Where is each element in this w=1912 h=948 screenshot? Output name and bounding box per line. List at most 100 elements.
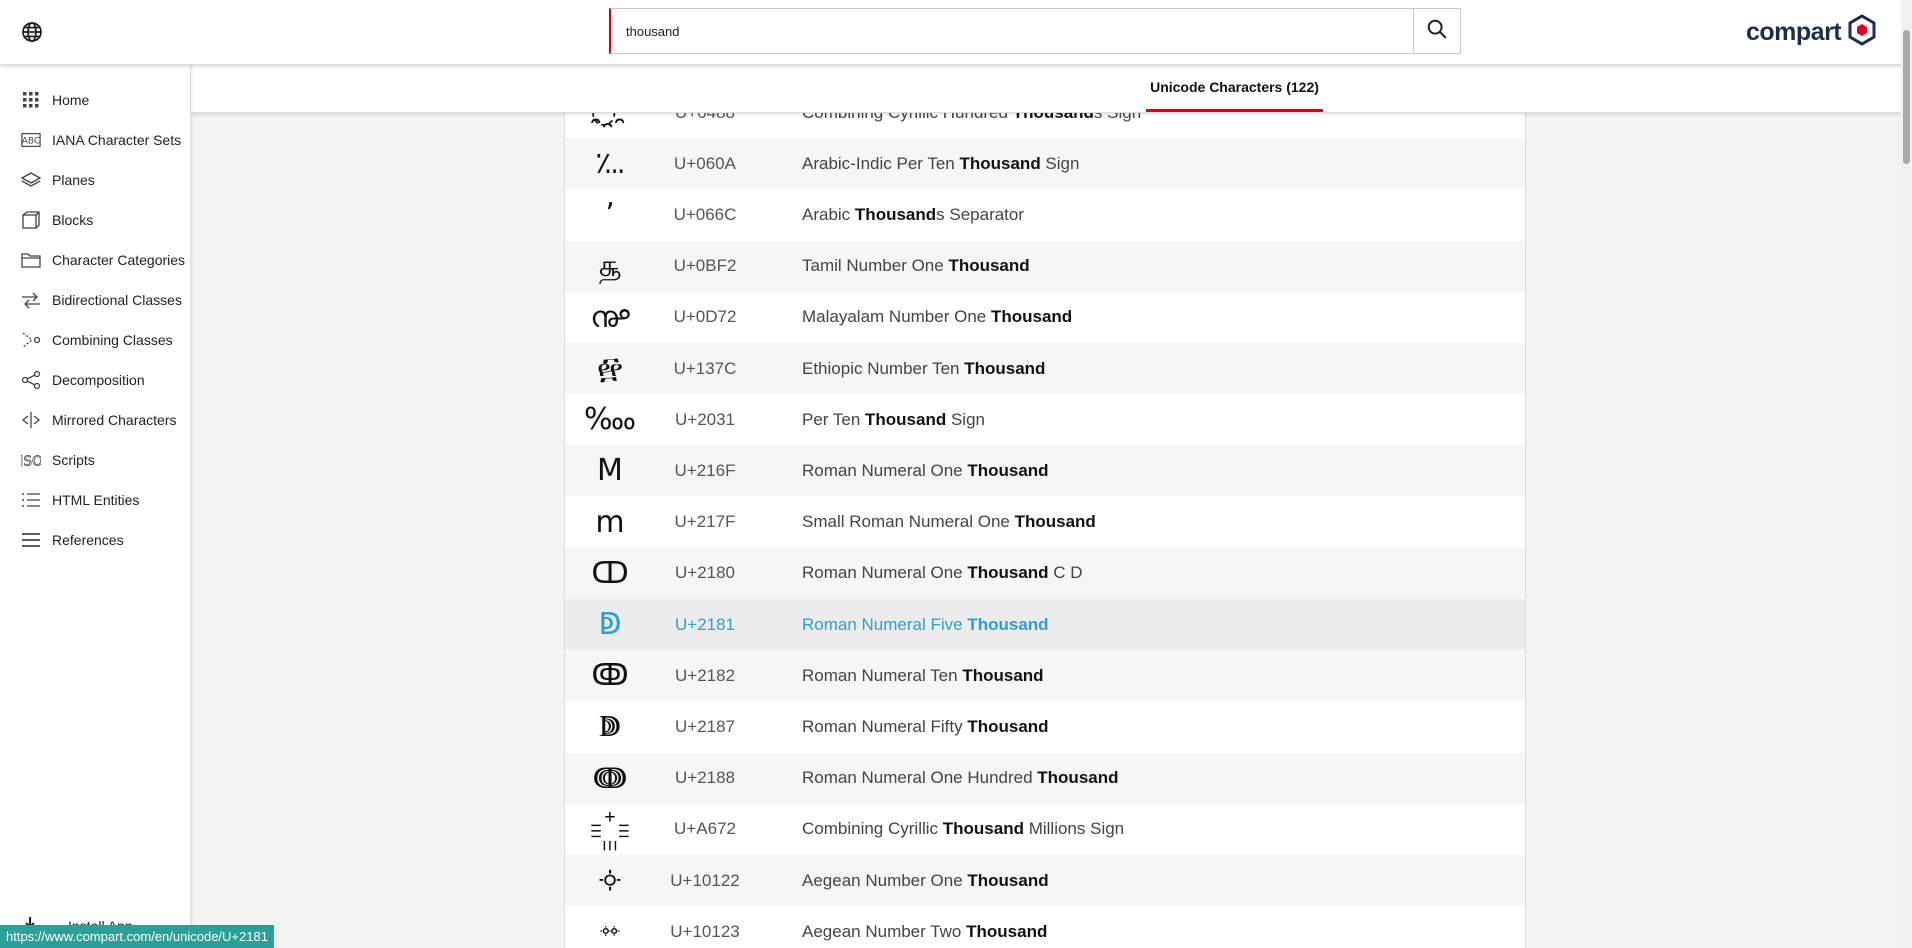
mirror-icon	[21, 410, 41, 430]
char-name: Aegean Number One Thousand	[802, 871, 1049, 891]
char-glyph: ↀ	[591, 555, 629, 591]
compart-logo[interactable]: compart	[1746, 13, 1877, 51]
scrollbar-thumb[interactable]	[1903, 30, 1910, 164]
char-name-part: Ethiopic Number Ten	[802, 358, 965, 378]
char-name: Aegean Number Two Thousand	[802, 922, 1047, 942]
char-glyph: ↂ	[591, 658, 629, 694]
page-scrollbar[interactable]	[1901, 0, 1912, 948]
char-name-part: Tamil Number One	[802, 256, 949, 276]
char-name-part: Aegean Number One	[802, 870, 968, 890]
char-name-part: Combining Cyrillic	[802, 819, 943, 839]
search-match-highlight: Thousand	[967, 716, 1049, 736]
char-codepoint: U+137C	[673, 358, 737, 378]
char-name: Roman Numeral One Thousand	[802, 461, 1049, 481]
char-name-part: Aegean Number Two	[802, 921, 967, 941]
table-row[interactable]: ↂ U+2182 Roman Numeral Ten Thousand	[565, 650, 1525, 702]
sidebar-item-label: Bidirectional Classes	[52, 292, 182, 308]
char-codepoint: U+216F	[674, 460, 736, 480]
char-name: Roman Numeral One Hundred Thousand	[802, 768, 1119, 788]
char-name: Roman Numeral Five Thousand	[802, 615, 1049, 635]
table-row[interactable]: ⅿ U+217F Small Roman Numeral One Thousand	[565, 497, 1525, 548]
char-name: Per Ten Thousand Sign	[802, 410, 985, 430]
table-row[interactable]: 𐄣 U+10123 Aegean Number Two Thousand	[565, 906, 1525, 948]
sidebar-item-label: Blocks	[52, 212, 94, 228]
char-name-part: Roman Numeral Fifty	[802, 716, 968, 736]
search-match-highlight: Thousand	[967, 563, 1049, 583]
search-match-highlight: Thousand	[967, 460, 1049, 480]
char-name: Malayalam Number One Thousand	[802, 307, 1072, 327]
char-codepoint: U+2180	[674, 563, 736, 583]
hexagon-logo-icon	[1847, 13, 1877, 51]
search-match-highlight: Thousand	[1037, 768, 1119, 788]
table-row[interactable]: Ⅿ U+216F Roman Numeral One Thousand	[565, 445, 1525, 497]
sidebar-item-combining-classes[interactable]: Combining Classes	[0, 320, 190, 360]
sidebar-item-iana-character-sets[interactable]: ABC IANA Character Sets	[0, 120, 190, 160]
sidebar-item-planes[interactable]: Planes	[0, 160, 190, 200]
sidebar-item-label: Character Categories	[52, 252, 186, 268]
char-codepoint: U+2188	[674, 768, 736, 788]
cube-icon	[21, 210, 41, 230]
sidebar-item-label: Planes	[52, 172, 95, 188]
sidebar: Home ABC IANA Character Sets Planes Blocks Ch…	[0, 64, 191, 948]
table-row[interactable]: ↇ U+2187 Roman Numeral Fifty Thousand	[565, 701, 1525, 752]
table-row[interactable]: ↁ U+2181 Roman Numeral Five Thousand	[565, 599, 1525, 650]
char-name-part: Roman Numeral One	[802, 563, 968, 583]
char-name-part: Combining Cyrillic Hundred	[802, 113, 1013, 122]
table-row[interactable]: 𐄢 U+10122 Aegean Number One Thousand	[565, 855, 1525, 906]
svg-text:ISO: ISO	[21, 453, 41, 469]
sidebar-item-label: References	[52, 532, 124, 548]
sidebar-item-bidirectional-classes[interactable]: Bidirectional Classes	[0, 280, 190, 320]
sidebar-item-character-categories[interactable]: Character Categories	[0, 240, 190, 280]
search-box	[609, 8, 1461, 54]
char-name-part: Roman Numeral One	[802, 460, 968, 480]
sidebar-item-references[interactable]: References	[0, 520, 190, 560]
table-row[interactable]: ↀ U+2180 Roman Numeral One Thousand C D	[565, 547, 1525, 599]
search-match-highlight: Thousand	[962, 665, 1044, 685]
tab-unicode-characters[interactable]: Unicode Characters (122)	[1146, 64, 1323, 112]
sidebar-item-decomposition[interactable]: Decomposition	[0, 360, 190, 400]
char-name-part: Malayalam Number One	[802, 307, 991, 327]
search-match-highlight: Thousand	[1013, 113, 1094, 122]
char-name-part: C D	[1048, 563, 1083, 583]
char-name-part: Small Roman Numeral One	[802, 512, 1015, 532]
sidebar-item-scripts[interactable]: ISO Scripts	[0, 440, 190, 480]
table-row[interactable]: ፼ U+137C Ethiopic Number Ten Thousand	[565, 343, 1525, 394]
table-row[interactable]: ௲ U+0BF2 Tamil Number One Thousand	[565, 240, 1525, 292]
char-codepoint: U+2031	[674, 409, 736, 429]
globe-icon[interactable]	[20, 20, 44, 44]
layers-icon	[21, 170, 41, 190]
sidebar-item-blocks[interactable]: Blocks	[0, 200, 190, 240]
char-name-part: Sign	[946, 409, 985, 429]
char-glyph: ‱	[583, 402, 637, 438]
sidebar-item-label: Home	[52, 92, 90, 108]
tab-bar: Unicode Characters (122)	[191, 64, 1901, 113]
search-match-highlight: Thousand	[967, 614, 1049, 634]
char-glyph: ↇ	[599, 709, 621, 745]
char-glyph: 𐄣	[596, 914, 624, 948]
table-row[interactable]: ↈ U+2188 Roman Numeral One Hundred Thousan…	[565, 752, 1525, 804]
char-name-part: Roman Numeral Five	[802, 614, 968, 634]
table-row[interactable]: ◌҈U+0488 Combining Cyrillic Hundred Thous…	[565, 113, 1525, 138]
table-row[interactable]: ‱ U+2031 Per Ten Thousand Sign	[565, 394, 1525, 445]
search-match-highlight: Thousand	[967, 870, 1049, 890]
folder-icon	[21, 250, 41, 270]
search-match-highlight: Thousand	[854, 204, 937, 224]
search-match-highlight: Thousand	[966, 921, 1048, 941]
char-glyph: ൲	[590, 299, 630, 335]
table-row[interactable]: ٬ U+066C Arabic Thousands Separator	[565, 189, 1525, 240]
sidebar-item-mirrored-characters[interactable]: Mirrored Characters	[0, 400, 190, 440]
sidebar-item-html-entities[interactable]: HTML Entities	[0, 480, 190, 520]
sidebar-item-home[interactable]: Home	[0, 80, 190, 120]
search-match-highlight: Thousand	[1014, 512, 1096, 532]
char-glyph: ꙲	[565, 804, 655, 855]
table-row[interactable]: ؊ U+060A Arabic-Indic Per Ten Thousand Sig…	[565, 138, 1525, 190]
search-match-highlight: Thousand	[964, 358, 1046, 378]
char-name: Combining Cyrillic Thousand Millions Sig…	[802, 819, 1124, 839]
table-row[interactable]: ꙲ U+A672 Combining Cyrillic Thousand Milli…	[565, 804, 1525, 855]
list-icon	[21, 490, 41, 510]
search-input[interactable]	[611, 9, 1414, 53]
top-header: compart	[0, 0, 1912, 65]
search-button[interactable]	[1413, 9, 1460, 53]
iso-icon: ISO	[21, 450, 41, 470]
table-row[interactable]: ൲ U+0D72 Malayalam Number One Thousand	[565, 292, 1525, 343]
